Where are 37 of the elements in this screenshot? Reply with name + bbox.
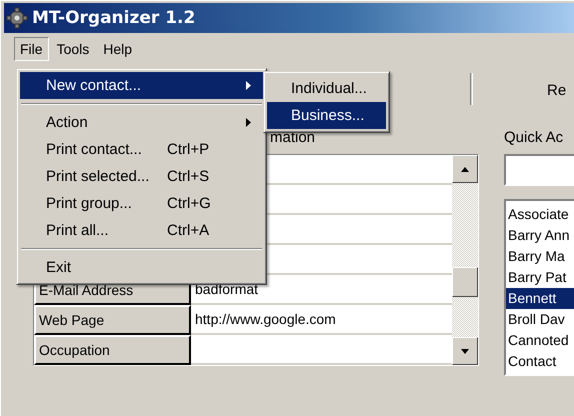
- down-arrow-icon: [461, 348, 469, 354]
- menu-item[interactable]: Help: [97, 37, 138, 61]
- contact-list[interactable]: Associate Barry Ann Barry Ma Barry Pat Bennett Broll Dav Cannoted Contact: [504, 199, 574, 376]
- quick-access-label: Quick Ac: [504, 128, 564, 148]
- menu-item[interactable]: New contact...: [20, 72, 263, 99]
- up-arrow-icon: [461, 166, 469, 172]
- field-value-cell[interactable]: badformat: [191, 275, 452, 305]
- scrollbar[interactable]: [452, 155, 478, 365]
- menu-item[interactable]: Print all... Ctrl+A: [20, 217, 263, 244]
- toolbar-label: Re: [547, 82, 566, 98]
- list-item[interactable]: Barry Pat: [506, 267, 574, 288]
- list-item[interactable]: Contact: [506, 351, 574, 372]
- scroll-up-button[interactable]: [452, 155, 478, 183]
- scroll-down-button[interactable]: [452, 337, 478, 365]
- section-heading: mation: [270, 129, 316, 146]
- field-value-cell[interactable]: [191, 335, 452, 365]
- list-item[interactable]: Associate: [506, 204, 574, 225]
- quick-access-field[interactable]: [504, 154, 574, 186]
- field-value-cell[interactable]: http://www.google.com: [191, 305, 452, 335]
- scroll-thumb[interactable]: [452, 267, 478, 297]
- list-item[interactable]: Barry Ann: [506, 225, 574, 246]
- menu-item[interactable]: Print group... Ctrl+G: [20, 190, 263, 217]
- list-item[interactable]: Bennett: [506, 288, 574, 309]
- menu-item[interactable]: Print contact... Ctrl+P: [20, 136, 263, 163]
- menu-item[interactable]: Individual...: [267, 75, 386, 102]
- menu-item[interactable]: Business...: [267, 102, 386, 129]
- gear-icon: [6, 7, 28, 29]
- list-item[interactable]: Cannoted: [506, 330, 574, 351]
- menu-item[interactable]: Action: [20, 109, 263, 136]
- list-item[interactable]: Barry Ma: [506, 246, 574, 267]
- field-label-cell: Occupation: [34, 335, 191, 365]
- field-label-cell: Web Page: [34, 305, 191, 335]
- window-title: MT-Organizer 1.2: [32, 8, 196, 28]
- menu-item[interactable]: File: [14, 37, 49, 61]
- menu-item[interactable]: Tools: [50, 37, 96, 61]
- menu-item[interactable]: Print selected... Ctrl+S: [20, 163, 263, 190]
- list-item[interactable]: Broll Dav: [506, 309, 574, 330]
